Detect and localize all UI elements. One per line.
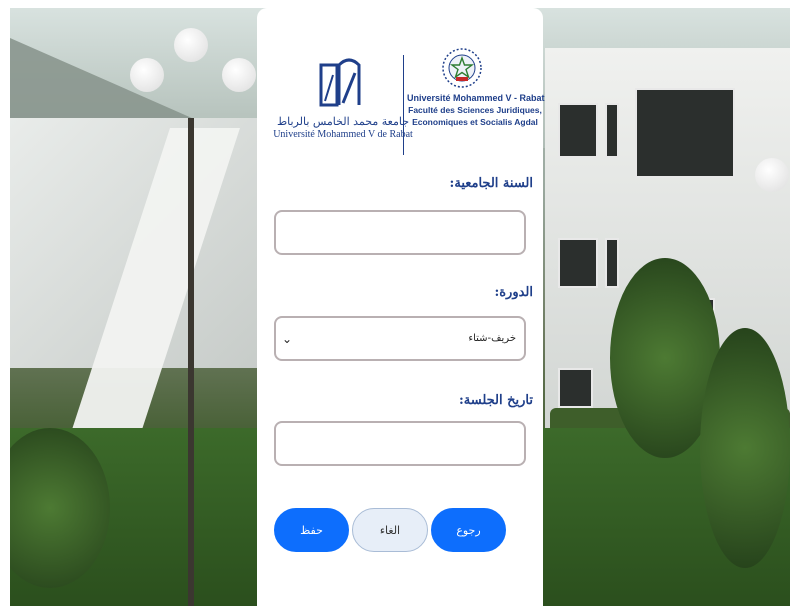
faculty-name-line2: Economiques et Socialis Agdal: [412, 117, 538, 127]
academic-year-input[interactable]: [274, 210, 526, 255]
form-card: جامعة محمد الخامس بالرباط Université Moh…: [257, 8, 545, 606]
session-label: الدورة:: [494, 285, 533, 300]
session-selected-value: خريف-شتاء: [468, 333, 516, 344]
save-button[interactable]: حفظ: [274, 508, 349, 552]
session-date-input[interactable]: [274, 421, 526, 466]
faculty-name-line1: Faculté des Sciences Juridiques,: [408, 105, 542, 115]
university-emblem-icon: [319, 58, 361, 107]
faculty-seal-icon: [442, 48, 482, 88]
logo-divider: [403, 55, 404, 155]
chevron-down-icon: ⌄: [282, 331, 293, 346]
university-logos: جامعة محمد الخامس بالرباط Université Moh…: [257, 43, 545, 173]
academic-year-label: السنة الجامعية:: [449, 176, 533, 191]
session-date-label: تاريخ الجلسة:: [458, 393, 533, 408]
university-name-french: Université Mohammed V de Rabat: [273, 129, 413, 140]
cancel-button[interactable]: الغاء: [352, 508, 428, 552]
faculty-university-line: Université Mohammed V - Rabat: [407, 93, 545, 103]
session-select[interactable]: ⌄ خريف-شتاء: [274, 316, 526, 361]
back-button[interactable]: رجوع: [431, 508, 506, 552]
university-name-arabic: جامعة محمد الخامس بالرباط: [276, 115, 410, 128]
